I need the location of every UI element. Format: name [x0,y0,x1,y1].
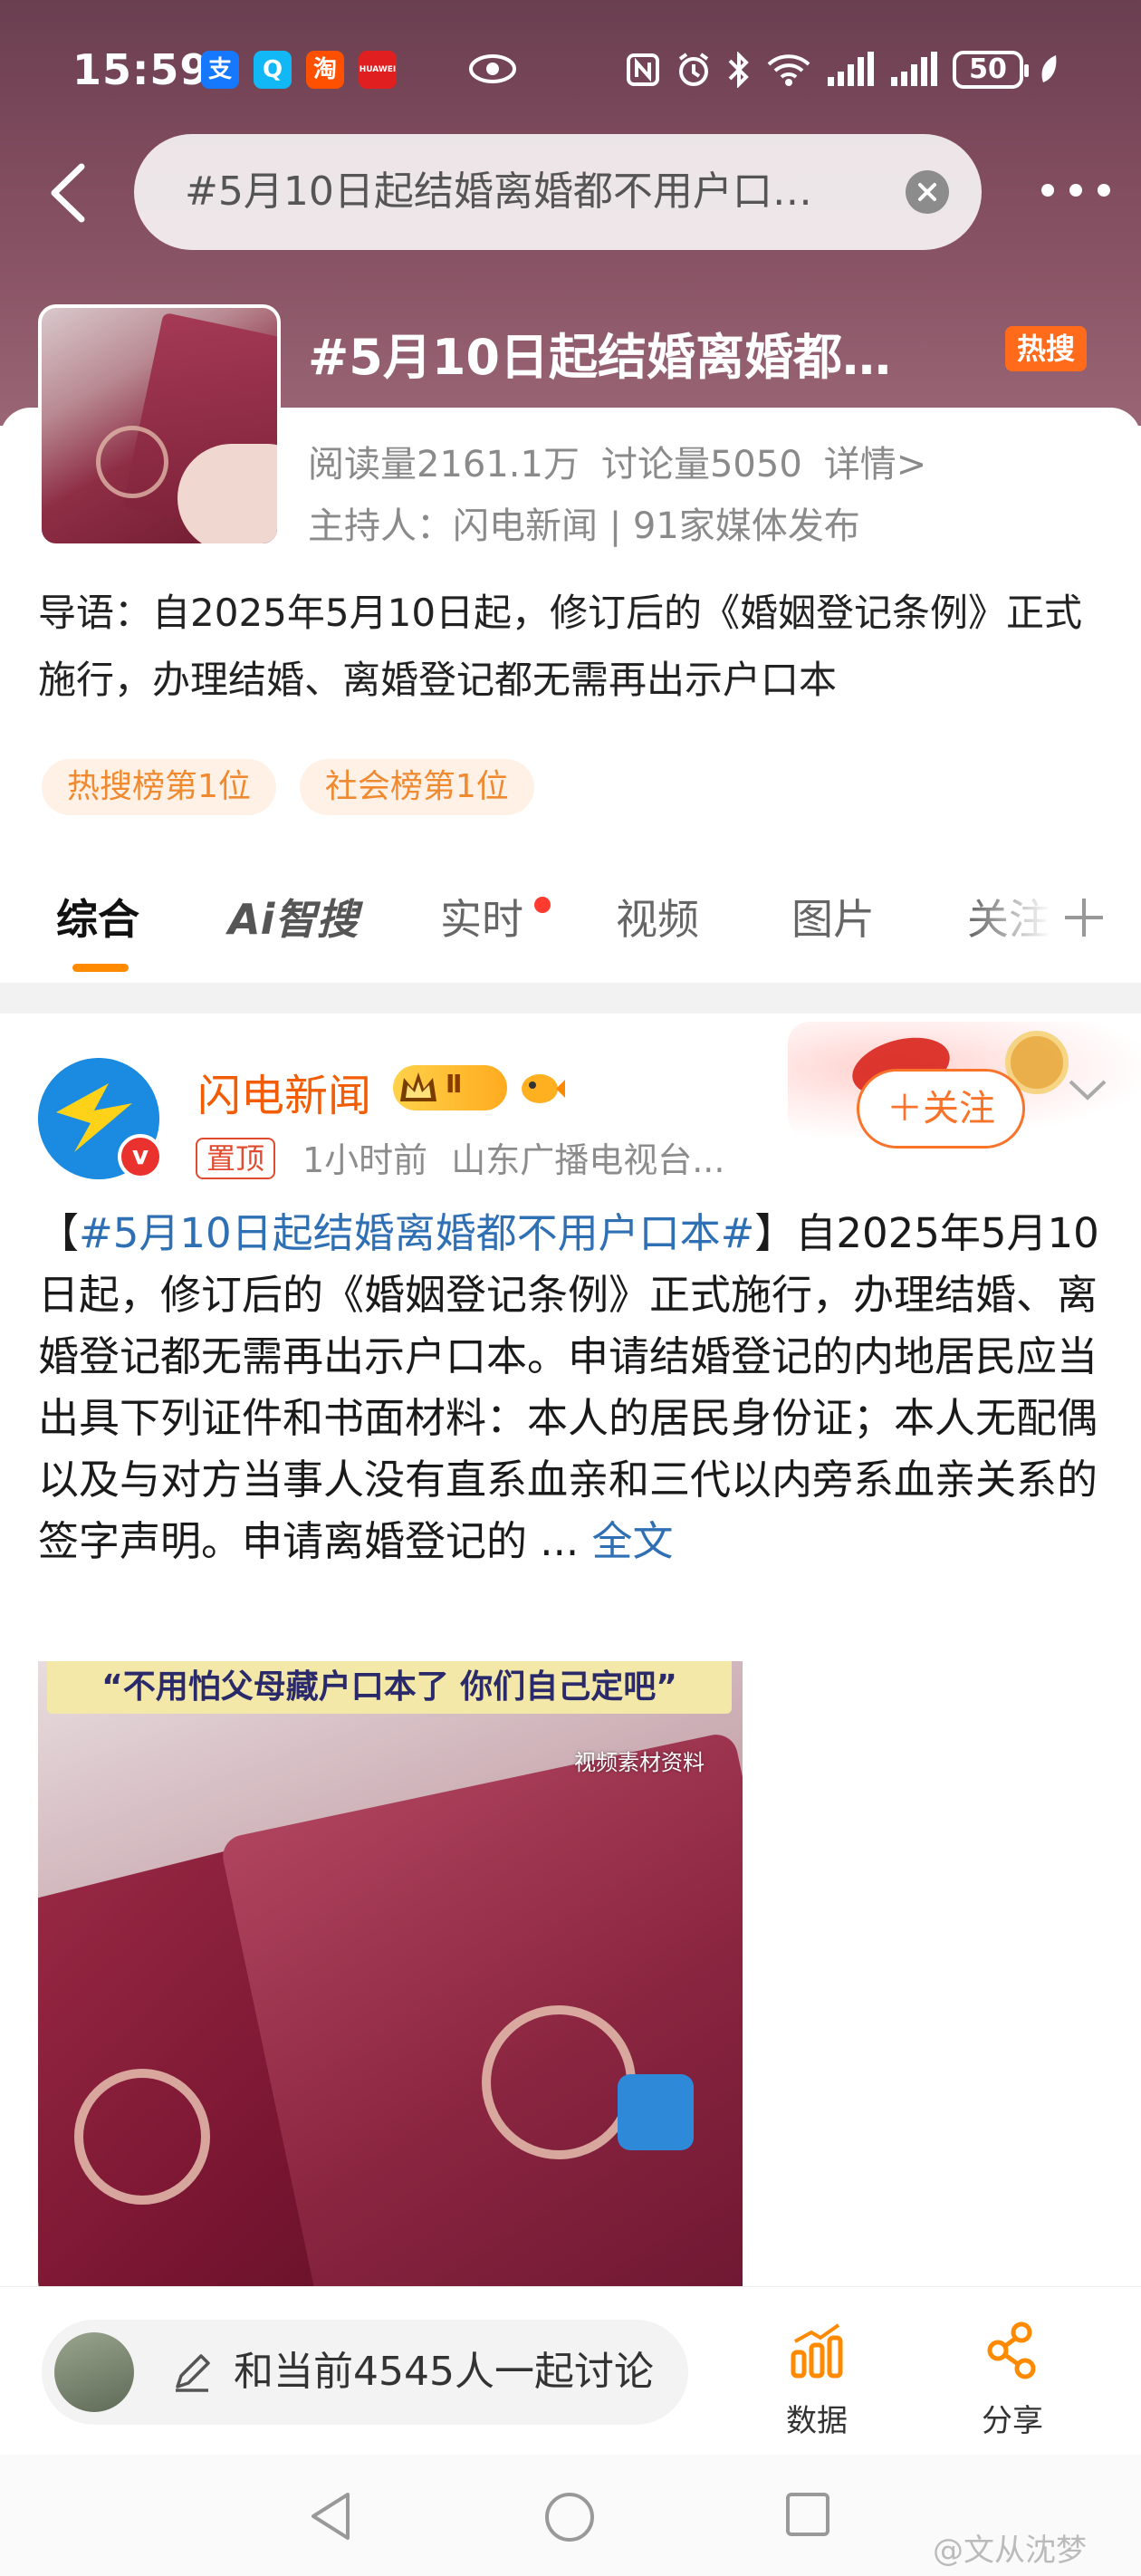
user-avatar [54,2332,134,2412]
post-source: 山东广播电视台... [451,1140,725,1180]
nav-back-icon[interactable] [308,2491,353,2542]
discussion-placeholder: 和当前4545人一起讨论 [234,2349,654,2395]
leaf-icon [1041,55,1057,82]
back-button[interactable] [45,161,91,225]
status-time: 15:59 [72,45,210,94]
search-input[interactable]: #5月10日起结婚离婚都不用户口… [134,134,982,250]
status-bar: 15:59 支 Q 淘 HUAWEI 50 [0,36,1141,109]
wifi-icon [767,54,810,86]
rank-tag-social[interactable]: 社会榜第1位 [299,759,534,815]
image-watermark: @文从沈梦 [933,2533,1087,2569]
alarm-icon [678,53,709,86]
bluetooth-icon [728,52,749,88]
realtime-dot [534,897,551,913]
topic-stats: 阅读量2161.1万 讨论量5050 详情> [308,435,948,487]
tab-images[interactable]: 图片 [791,879,875,960]
share-label: 分享 [982,2403,1043,2439]
huawei-icon: HUAWEI [359,51,397,89]
author-name[interactable]: 闪电新闻 [197,1060,371,1123]
topic-lead: 导语：自2025年5月10日起，修订后的《婚姻登记条例》正式施行，办理结婚、离婚… [38,591,1083,702]
nav-home-icon[interactable] [543,2491,596,2543]
tab-realtime[interactable]: 实时 [440,879,523,960]
bottom-action-bar: 和当前4545人一起讨论 数据 分享 [0,2286,1141,2455]
video-caption: “不用怕父母藏户口本了 你们自己定吧” [47,1661,732,1714]
tab-comprehensive[interactable]: 综合 [56,879,139,960]
post-video[interactable]: “不用怕父母藏户口本了 你们自己定吧” 视频素材资料 [38,1661,743,2286]
active-tab-indicator [72,964,129,972]
pencil-icon [176,2354,210,2392]
fish-badge-icon [522,1074,565,1103]
discussion-input[interactable]: 和当前4545人一起讨论 [42,2320,688,2425]
level-badge: Ⅱ [393,1065,507,1110]
follow-button[interactable]: ＋关注 [857,1069,1025,1149]
eye-icon [469,54,516,83]
signal-icon [828,52,874,86]
tab-ai-search[interactable]: Ai智搜 [228,879,358,960]
battery-indicator: 50 [953,51,1029,89]
read-count: 阅读量2161.1万 [308,444,580,485]
share-button[interactable]: 分享 [958,2314,1067,2439]
verified-badge: v [118,1134,163,1179]
search-nav-row: #5月10日起结婚离婚都不用户口… [0,134,1141,252]
rank-tag-hot[interactable]: 热搜榜第1位 [42,759,276,815]
full-text-link[interactable]: 全文 [592,1517,674,1565]
alipay-icon: 支 [201,51,239,89]
crown-icon [400,1072,436,1101]
section-divider [0,983,1141,1014]
status-icons: 50 [625,47,1060,92]
clear-search-button[interactable] [906,170,949,214]
tab-bar: 综合 Ai智搜 实时 视频 图片 关注 [0,879,1141,972]
nfc-icon [627,53,659,86]
video-watermark: 视频素材资料 [574,1750,705,1775]
taobao-icon: 淘 [306,51,344,89]
add-tab-icon[interactable] [1061,895,1107,940]
discussion-count: 讨论量5050 [600,444,802,485]
search-query: #5月10日起结婚离婚都不用户口… [185,168,812,215]
data-label: 数据 [786,2403,848,2439]
post-meta: 1小时前 山东广播电视台... [302,1132,748,1182]
signal-icon-2 [891,52,937,86]
body-text: 】自2025年5月10日起，修订后的《婚姻登记条例》正式施行，办理结婚、离婚登记… [38,1209,1099,1565]
topic-host: 主持人：闪电新闻 | 91家媒体发布 [308,505,860,547]
tab-fade [969,879,1050,960]
bar-chart-icon [791,2323,843,2379]
more-options-button[interactable] [1041,184,1110,202]
topic-title: #5月10日起结婚离婚都… [308,329,891,386]
rank-tags: 热搜榜第1位 社会榜第1位 [42,759,534,815]
channel-logo [618,2074,694,2150]
qq-icon: Q [254,51,292,89]
nav-recents-icon[interactable] [784,2491,831,2538]
hot-badge: 热搜 [1005,326,1087,371]
post-body: 【#5月10日起结婚离婚都不用户口本#】自2025年5月10日起，修订后的《婚姻… [38,1203,1112,1572]
post-time: 1小时前 [302,1140,428,1180]
topic-thumbnail [38,304,281,547]
body-prefix: 【 [38,1209,80,1257]
pinned-tag: 置顶 [196,1138,276,1179]
data-button[interactable]: 数据 [762,2314,871,2439]
level-text: Ⅱ [446,1069,463,1099]
details-link[interactable]: 详情> [824,444,927,485]
close-icon [918,183,936,201]
chevron-down-icon[interactable] [1067,1076,1108,1103]
tab-video[interactable]: 视频 [616,879,699,960]
share-icon [987,2321,1036,2379]
post-hashtag[interactable]: #5月10日起结婚离婚都不用户口本# [79,1209,754,1257]
